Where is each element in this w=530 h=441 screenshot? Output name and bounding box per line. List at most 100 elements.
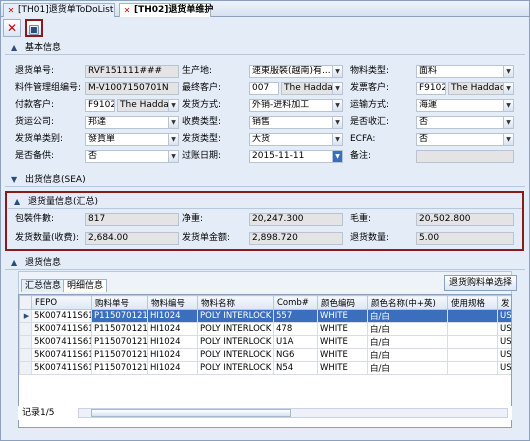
cell: WHITE <box>317 309 368 323</box>
table-row[interactable]: 5K007411S61 P115070121 HI1024 POLY INTER… <box>19 335 511 349</box>
backup-value: 否 <box>88 151 98 161</box>
label-backup: 是否备供: <box>15 151 55 161</box>
label-material-type: 物料类型: <box>350 66 390 76</box>
cell: WHITE <box>317 348 368 362</box>
order-type-value: 發貨單 <box>88 134 116 144</box>
chevron-down-icon[interactable]: ▼ <box>503 100 513 111</box>
calendar-dropdown-icon[interactable]: ▼ <box>332 151 342 162</box>
transport-select[interactable]: 海運 ▼ <box>416 99 514 112</box>
close-button[interactable]: ✕ <box>3 19 21 37</box>
chevron-down-icon[interactable]: ▼ <box>503 117 513 128</box>
ecfa-select[interactable]: 否 ▼ <box>416 133 514 146</box>
final-customer-code[interactable]: 007 <box>249 82 279 95</box>
label-return-no: 退货单号: <box>15 66 55 76</box>
tab-close-icon[interactable]: ✕ <box>123 7 131 15</box>
cell: US <box>497 361 511 375</box>
chevron-down-icon[interactable]: ▼ <box>168 134 178 145</box>
column-header[interactable]: 颜色名称(中+英) <box>367 295 448 310</box>
chevron-down-icon[interactable]: ▼ <box>168 117 178 128</box>
horizontal-scrollbar[interactable] <box>78 408 508 418</box>
column-header[interactable]: 颜色编码 <box>317 295 368 310</box>
label-payer: 付款客户: <box>15 100 55 110</box>
receive-type-value: 销售 <box>252 117 271 127</box>
invoice-customer-code[interactable]: F91025 <box>416 82 446 95</box>
select-purchase-order-button[interactable]: 退货购料单选择 <box>444 275 518 291</box>
remark-field <box>416 150 514 163</box>
table-row[interactable]: 5K007411S61 P115070121 HI1024 POLY INTER… <box>19 348 511 362</box>
collapse-icon: ▲ <box>11 43 18 52</box>
chevron-down-icon[interactable]: ▼ <box>168 100 178 111</box>
chevron-down-icon[interactable]: ▼ <box>503 66 513 77</box>
section-basic[interactable]: ▲ 基本信息 <box>5 41 525 55</box>
row-header <box>19 335 32 349</box>
cell: 白/白 <box>367 309 448 323</box>
chevron-down-icon[interactable]: ▼ <box>332 83 342 94</box>
column-header[interactable]: 物料编号 <box>147 295 198 310</box>
collected-select[interactable]: 否 ▼ <box>416 116 514 129</box>
mgmt-no-field: M-V1007150701N <box>85 82 179 95</box>
forwarder-select[interactable]: 邦達 ▼ <box>85 116 179 129</box>
ship-type-select[interactable]: 大货 ▼ <box>249 133 343 146</box>
save-button[interactable]: ▣ <box>25 19 43 37</box>
cell <box>447 322 498 336</box>
section-return[interactable]: ▲ 退货信息 <box>5 256 525 270</box>
cell: 白/白 <box>367 322 448 336</box>
chevron-down-icon[interactable]: ▼ <box>503 83 513 94</box>
cell: POLY INTERLOCK <box>197 322 274 336</box>
expand-icon: ▼ <box>11 175 18 184</box>
order-type-select[interactable]: 發貨單 ▼ <box>85 133 179 146</box>
table-row[interactable]: 5K007411S61 P115070121 HI1024 POLY INTER… <box>19 322 511 336</box>
table-row[interactable]: ▶ 5K007411S61 P115070121 HI1024 POLY INT… <box>19 309 511 323</box>
column-header[interactable]: 购料单号 <box>91 295 148 310</box>
label-order-type: 发货单类别: <box>15 134 64 144</box>
column-header[interactable]: 物料名称 <box>197 295 274 310</box>
final-customer-name: The Haddad Ap▼ <box>281 82 343 95</box>
cell: 5K007411S61 <box>31 309 92 323</box>
column-header[interactable]: 发 <box>497 295 511 310</box>
tab-return-maintain[interactable]: ✕ [TH02]退货单维护 <box>119 3 213 17</box>
cell: 白/白 <box>367 348 448 362</box>
column-header[interactable]: FEPO <box>31 295 92 310</box>
tab-summary[interactable]: 汇总信息 <box>21 279 66 292</box>
net-field: 20,247.300 <box>249 213 343 226</box>
cell: US <box>497 322 511 336</box>
save-icon: ▣ <box>28 22 40 36</box>
payer-code[interactable]: F91025 <box>85 99 115 112</box>
tab-detail[interactable]: 明细信息 <box>63 279 108 292</box>
label-net: 净重: <box>182 214 204 224</box>
origin-select[interactable]: 速東服裝(越南)有... ▼ <box>249 65 343 78</box>
cell: N54 <box>273 361 318 375</box>
cell: 白/白 <box>367 361 448 375</box>
chevron-down-icon[interactable]: ▼ <box>332 66 342 77</box>
tab-label: [TH01]退货单ToDoList <box>18 5 114 15</box>
label-transport: 运输方式: <box>350 100 390 110</box>
tab-close-icon[interactable]: ✕ <box>7 7 15 15</box>
scrollbar-thumb[interactable] <box>91 409 291 417</box>
receive-type-select[interactable]: 销售 ▼ <box>249 116 343 129</box>
tab-todolist[interactable]: ✕ [TH01]退货单ToDoList <box>3 3 115 17</box>
row-header <box>19 322 32 336</box>
cell: WHITE <box>317 322 368 336</box>
chevron-down-icon[interactable]: ▼ <box>332 134 342 145</box>
section-quantity[interactable]: ▲ 退货量信息(汇总) <box>8 195 522 209</box>
return-no-field: RVF151111### <box>85 65 179 78</box>
row-header <box>19 361 32 375</box>
row-pointer-icon: ▶ <box>19 309 32 323</box>
material-type-select[interactable]: 面料 ▼ <box>416 65 514 78</box>
column-header[interactable]: 使用规格 <box>447 295 498 310</box>
chevron-down-icon[interactable]: ▼ <box>503 134 513 145</box>
row-header <box>19 348 32 362</box>
post-date-picker[interactable]: 2015-11-11 ▼ <box>249 150 343 163</box>
backup-select[interactable]: 否 ▼ <box>85 150 179 163</box>
chevron-down-icon[interactable]: ▼ <box>332 117 342 128</box>
section-shipping[interactable]: ▼ 出货信息(SEA) <box>5 173 525 187</box>
cell: US <box>497 309 511 323</box>
table-row[interactable]: 5K007411S61 P115070121 HI1024 POLY INTER… <box>19 361 511 375</box>
cell: P115070121 <box>91 348 148 362</box>
chevron-down-icon[interactable]: ▼ <box>168 151 178 162</box>
ship-method-select[interactable]: 外销-进料加工 ▼ <box>249 99 343 112</box>
column-header[interactable]: Comb# <box>273 295 318 310</box>
cell: P115070121 <box>91 309 148 323</box>
chevron-down-icon[interactable]: ▼ <box>332 100 342 111</box>
cell: NG6 <box>273 348 318 362</box>
